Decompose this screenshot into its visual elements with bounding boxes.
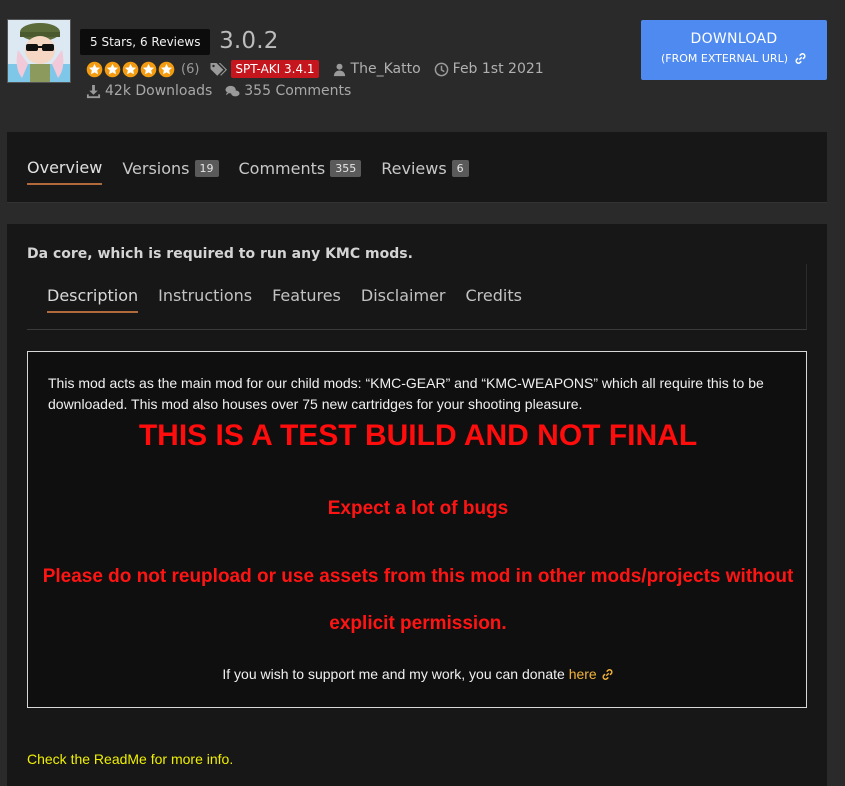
tab-versions[interactable]: Versions 19 xyxy=(122,158,219,185)
subtab-credits[interactable]: Credits xyxy=(466,286,522,313)
donate-link-text: here xyxy=(568,666,597,682)
donate-link[interactable]: here xyxy=(569,666,614,682)
main-tabs-panel: Overview Versions 19 Comments 355 Review… xyxy=(7,132,827,203)
link-icon xyxy=(795,53,806,64)
bugs-notice: Expect a lot of bugs xyxy=(327,498,509,519)
mod-header: KMC CORE 3.0.2 5 Stars, 6 Reviews (6) SP… xyxy=(0,0,845,120)
tab-comments[interactable]: Comments 355 xyxy=(239,158,362,185)
clock-icon xyxy=(434,62,448,76)
star-icon xyxy=(122,61,139,77)
tags-icon xyxy=(210,63,228,76)
tab-label: Comments xyxy=(238,159,326,178)
user-icon xyxy=(333,63,345,76)
author-name[interactable]: The_Katto xyxy=(351,61,421,77)
subtab-instructions[interactable]: Instructions xyxy=(158,286,252,313)
star-icon xyxy=(86,61,103,77)
download-count: 42k Downloads xyxy=(105,83,213,99)
description-subtabs-container: Description Instructions Features Discla… xyxy=(27,264,807,330)
test-build-headline: THIS IS A TEST BUILD AND NOT FINAL xyxy=(138,419,698,452)
download-button-sublabel: (FROM EXTERNAL URL) xyxy=(660,52,788,65)
meta-row-stats: 42k Downloads 355 Comments xyxy=(86,82,351,100)
tab-reviews[interactable]: Reviews 6 xyxy=(381,158,469,185)
game-version-badge[interactable]: SPT-AKI 3.4.1 xyxy=(231,60,319,78)
star-icon xyxy=(140,61,157,77)
main-tabs: Overview Versions 19 Comments 355 Review… xyxy=(27,158,469,185)
readme-note: Check the ReadMe for more info. xyxy=(27,751,234,767)
subtab-description[interactable]: Description xyxy=(47,286,139,313)
permission-warning: explicit permission. xyxy=(329,613,507,634)
support-line: If you wish to support me and my work, y… xyxy=(28,666,808,682)
download-button[interactable]: DOWNLOAD (FROM EXTERNAL URL) xyxy=(641,20,827,80)
publish-date: Feb 1st 2021 xyxy=(452,61,544,77)
description-subtabs: Description Instructions Features Discla… xyxy=(47,286,522,313)
star-rating[interactable] xyxy=(86,61,175,78)
review-count: (6) xyxy=(181,61,200,77)
subtab-features[interactable]: Features xyxy=(272,286,341,313)
tab-count-badge: 6 xyxy=(451,160,469,177)
tab-label: Overview xyxy=(27,158,103,177)
subtab-disclaimer[interactable]: Disclaimer xyxy=(361,286,446,313)
download-button-sublabel-row: (FROM EXTERNAL URL) xyxy=(641,52,827,65)
reupload-warning: Please do not reupload or use assets fro… xyxy=(42,566,794,587)
overview-content: Da core, which is required to run any KM… xyxy=(7,224,827,786)
star-icon xyxy=(104,61,121,77)
comment-count[interactable]: 355 Comments xyxy=(244,83,351,99)
author-avatar[interactable] xyxy=(7,19,71,83)
tab-label: Reviews xyxy=(381,159,447,178)
support-text: If you wish to support me and my work, y… xyxy=(222,666,569,682)
rating-tooltip: 5 Stars, 6 Reviews xyxy=(80,29,211,55)
tab-count-badge: 19 xyxy=(194,160,219,177)
download-button-label: DOWNLOAD xyxy=(690,31,778,47)
star-icon xyxy=(158,61,175,77)
tab-count-badge: 355 xyxy=(330,160,362,177)
mod-summary: Da core, which is required to run any KM… xyxy=(27,246,413,262)
meta-row-primary: (6) SPT-AKI 3.4.1 The_Katto Feb 1st 2021 xyxy=(86,58,544,80)
download-icon xyxy=(86,84,101,98)
comments-icon xyxy=(225,85,240,96)
tab-label: Versions xyxy=(122,159,190,178)
tab-overview[interactable]: Overview xyxy=(27,158,103,185)
description-intro: This mod acts as the main mod for our ch… xyxy=(48,375,764,412)
link-icon xyxy=(602,669,613,680)
description-box: This mod acts as the main mod for our ch… xyxy=(27,351,807,708)
